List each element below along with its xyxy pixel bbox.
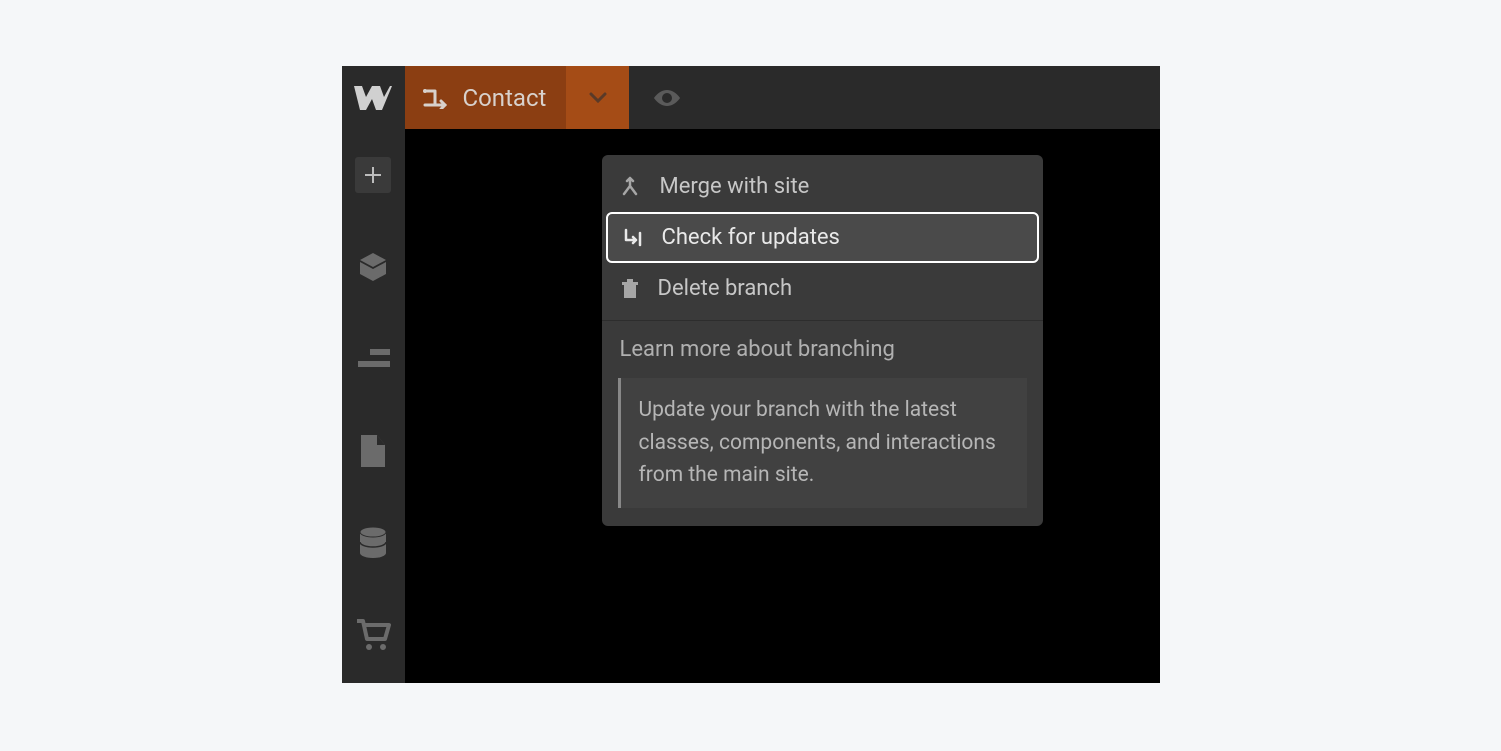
branch-dropdown-toggle[interactable] <box>566 66 629 129</box>
branch-page-chip[interactable]: Contact <box>405 66 567 129</box>
webflow-logo-icon <box>354 86 392 110</box>
plus-icon <box>363 165 383 185</box>
preview-button[interactable] <box>629 66 705 129</box>
branch-dropdown-menu: Merge with site Check for updates Delete… <box>602 155 1043 526</box>
trash-icon <box>620 278 640 300</box>
menu-item-delete-branch[interactable]: Delete branch <box>602 263 1043 314</box>
sidebar-ecommerce[interactable] <box>342 589 405 681</box>
top-bar: Contact <box>405 66 1160 129</box>
menu-learn-more[interactable]: Learn more about branching <box>602 321 1043 378</box>
main-column: Contact Merge with site <box>405 66 1160 683</box>
app-window: Contact Merge with site <box>342 66 1160 683</box>
left-sidebar <box>342 66 405 683</box>
menu-item-merge[interactable]: Merge with site <box>602 161 1043 212</box>
chevron-down-icon <box>589 92 607 104</box>
cart-icon <box>355 619 391 651</box>
learn-more-label: Learn more about branching <box>620 337 895 362</box>
menu-item-label: Delete branch <box>658 276 793 301</box>
sidebar-navigator[interactable] <box>342 313 405 405</box>
navigator-icon <box>356 347 390 371</box>
menu-item-check-updates[interactable]: Check for updates <box>606 212 1039 263</box>
page-label: Contact <box>463 84 547 112</box>
database-icon <box>357 526 389 560</box>
add-element-button[interactable] <box>355 157 391 193</box>
branch-icon <box>421 87 449 109</box>
menu-item-label: Merge with site <box>660 174 810 199</box>
menu-description: Update your branch with the latest class… <box>618 378 1027 508</box>
box-icon <box>356 250 390 284</box>
page-icon <box>359 433 387 469</box>
webflow-logo[interactable] <box>342 66 405 129</box>
menu-item-label: Check for updates <box>662 225 840 250</box>
canvas-area: Merge with site Check for updates Delete… <box>405 129 1160 683</box>
menu-description-wrap: Update your branch with the latest class… <box>602 378 1043 526</box>
sidebar-pages[interactable] <box>342 405 405 497</box>
sidebar-cms[interactable] <box>342 497 405 589</box>
update-icon <box>622 227 644 249</box>
sidebar-components[interactable] <box>342 221 405 313</box>
eye-icon <box>652 88 682 108</box>
merge-icon <box>620 176 642 198</box>
sidebar-add[interactable] <box>342 129 405 221</box>
